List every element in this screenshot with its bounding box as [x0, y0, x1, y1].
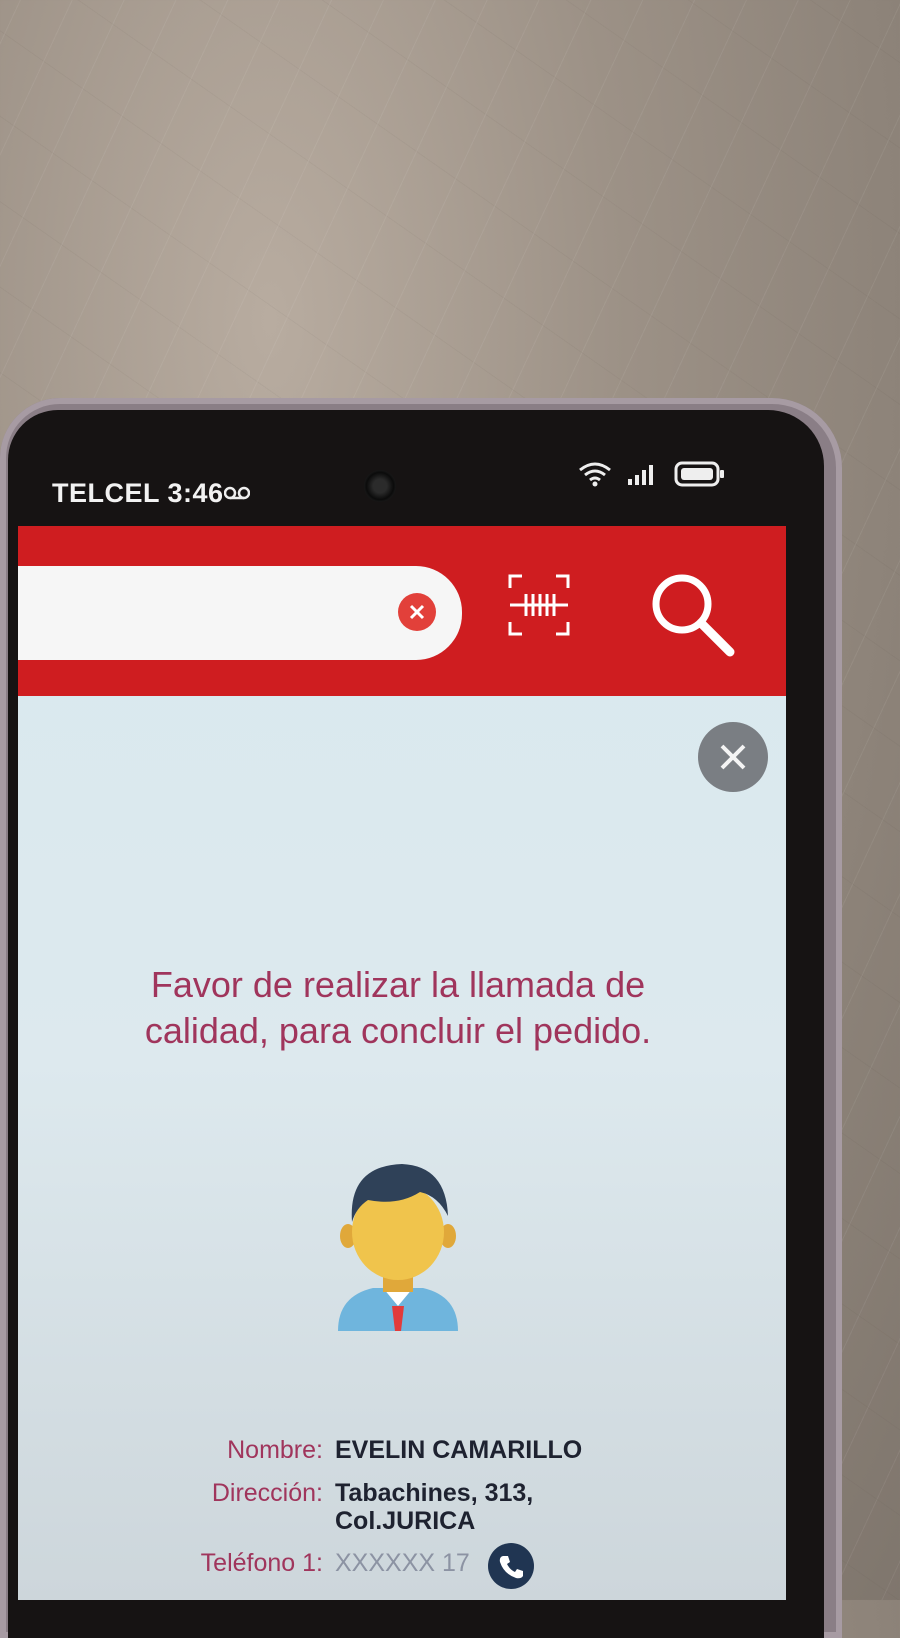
call-button[interactable]: [487, 1543, 534, 1589]
signal-icon: [626, 461, 660, 492]
status-icons: [578, 460, 726, 493]
barcode-scan-icon: [508, 574, 570, 636]
name-label: Nombre:: [227, 1436, 323, 1464]
search-input[interactable]: [18, 566, 462, 660]
phone-value: XXXXXX 17: [335, 1549, 470, 1577]
front-camera: [364, 470, 396, 502]
status-bar: TELCEL 3:46: [0, 440, 800, 508]
phone-row: Teléfono 1: XXXXXX 17: [98, 1543, 748, 1589]
clock: 3:46: [167, 478, 224, 508]
name-row: Nombre: EVELIN CAMARILLO: [98, 1436, 748, 1465]
voicemail-icon: [223, 480, 251, 506]
search-icon: [652, 574, 735, 657]
phone-icon: [499, 1556, 523, 1579]
battery-icon: [674, 460, 726, 493]
close-icon: [720, 744, 746, 770]
app-screen: Favor de realizar la llamada de calidad,…: [18, 526, 786, 1600]
close-icon: [409, 604, 425, 620]
address-label: Dirección:: [211, 1479, 323, 1507]
app-toolbar: [18, 526, 786, 696]
search-button[interactable]: [644, 566, 740, 662]
quality-call-message: Favor de realizar la llamada de calidad,…: [144, 964, 652, 1051]
address-row: Dirección: Tabachines, 313, Col.JURICA: [98, 1479, 748, 1535]
person-avatar-icon: [328, 1156, 468, 1336]
modal-close-button[interactable]: [698, 722, 768, 792]
carrier-time: TELCEL 3:46: [52, 478, 224, 509]
wifi-icon: [578, 461, 612, 492]
clear-search-button[interactable]: [398, 593, 436, 631]
phone-label: Teléfono 1:: [200, 1549, 323, 1577]
barcode-scan-button[interactable]: [506, 572, 572, 638]
customer-info: Nombre: EVELIN CAMARILLO Dirección: Taba…: [98, 1436, 748, 1600]
carrier-label: TELCEL: [52, 478, 160, 508]
name-value: EVELIN CAMARILLO: [335, 1436, 583, 1464]
address-value: Tabachines, 313, Col.JURICA: [335, 1479, 534, 1535]
